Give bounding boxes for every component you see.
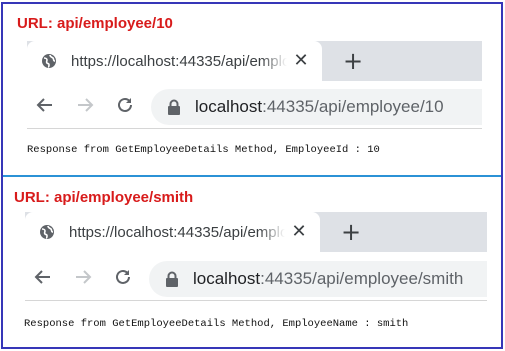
globe-icon (41, 53, 57, 69)
new-tab-button[interactable]: + (340, 220, 362, 244)
content-separator (25, 300, 487, 301)
forward-arrow-icon[interactable] (71, 265, 95, 289)
forward-arrow-icon[interactable] (73, 93, 97, 117)
close-tab-icon[interactable]: ✕ (290, 223, 308, 241)
close-tab-icon[interactable]: ✕ (292, 52, 310, 70)
address-host: localhost (195, 97, 263, 116)
url-caption: URL: api/employee/smith (14, 189, 194, 206)
browser-panel-1: URL: api/employee/10 https://localhost:4… (0, 0, 505, 176)
response-text: Response from GetEmployeeDetails Method,… (24, 318, 409, 330)
address-path: :44335/api/employee/smith (260, 269, 464, 288)
address-bar[interactable]: localhost:44335/api/employee/10 (151, 89, 482, 125)
lock-icon (167, 99, 181, 115)
tab-strip: https://localhost:44335/api/employee/10 … (27, 41, 482, 81)
reload-icon[interactable] (113, 93, 137, 117)
browser-toolbar: localhost:44335/api/employee/smith (25, 255, 487, 299)
tab-strip: https://localhost:44335/api/employee/smi… (25, 212, 487, 252)
globe-icon (39, 224, 55, 240)
browser-toolbar: localhost:44335/api/employee/10 (27, 83, 482, 127)
browser-panel-2: URL: api/employee/smith https://localhos… (0, 177, 505, 349)
back-arrow-icon[interactable] (33, 93, 57, 117)
address-path: :44335/api/employee/10 (262, 97, 444, 116)
new-tab-button[interactable]: + (342, 49, 364, 73)
url-caption: URL: api/employee/10 (17, 15, 173, 32)
tab-title: https://localhost:44335/api/employee/10 (71, 52, 287, 70)
address-text: localhost:44335/api/employee/smith (193, 269, 463, 289)
tab-title: https://localhost:44335/api/employee/smi… (69, 223, 285, 241)
response-text: Response from GetEmployeeDetails Method,… (27, 144, 380, 156)
back-arrow-icon[interactable] (31, 265, 55, 289)
browser-tab[interactable]: https://localhost:44335/api/employee/smi… (25, 212, 320, 252)
content-separator (27, 128, 482, 129)
reload-icon[interactable] (111, 265, 135, 289)
address-text: localhost:44335/api/employee/10 (195, 97, 444, 117)
address-host: localhost (193, 269, 261, 288)
address-bar[interactable]: localhost:44335/api/employee/smith (149, 261, 487, 297)
browser-tab[interactable]: https://localhost:44335/api/employee/10 … (27, 41, 322, 81)
lock-icon (165, 271, 179, 287)
